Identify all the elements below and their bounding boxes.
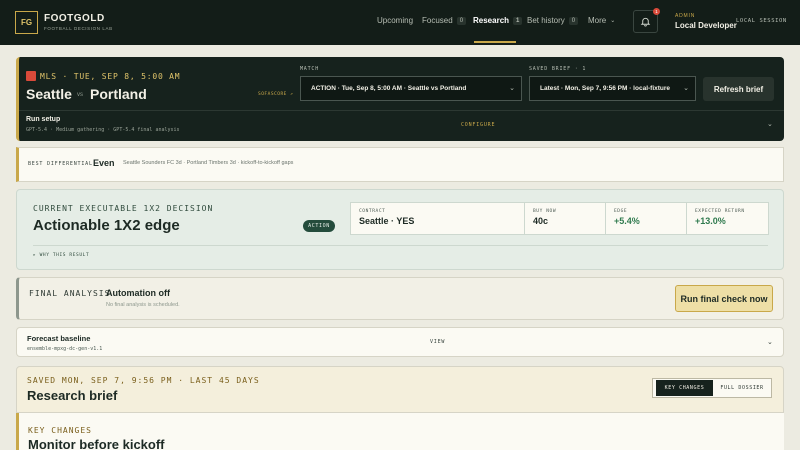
- sofascore-link[interactable]: SOFASCORE ↗: [258, 92, 293, 97]
- league-text: MLS · TUE, SEP 8, 5:00 AM: [40, 71, 181, 81]
- league-flag-icon: [26, 71, 36, 81]
- refresh-brief-button[interactable]: Refresh brief: [703, 77, 774, 101]
- stat-divider: [686, 202, 687, 235]
- divider: [19, 110, 784, 111]
- research-brief-saved-label: SAVED MON, SEP 7, 9:56 PM · LAST 45 DAYS: [27, 376, 260, 385]
- saved-brief-select[interactable]: Latest · Mon, Sep 7, 9:56 PM · local-fix…: [529, 76, 696, 101]
- final-analysis-note: No final analysis is scheduled.: [106, 302, 180, 308]
- key-changes-title: Monitor before kickoff: [28, 437, 165, 450]
- tab-full-dossier[interactable]: FULL DOSSIER: [714, 380, 770, 396]
- nav-label: More: [588, 16, 607, 25]
- session-label: LOCAL SESSION: [736, 18, 787, 24]
- run-setup-meta: GPT-5.4 · Medium gathering · GPT-5.4 fin…: [26, 127, 180, 133]
- nav-label: Research: [473, 16, 510, 25]
- tab-key-changes[interactable]: KEY CHANGES: [656, 380, 713, 396]
- vs-label: vs: [77, 92, 83, 98]
- nav-label: Bet history: [527, 16, 565, 25]
- run-final-check-button[interactable]: Run final check now: [675, 285, 773, 312]
- nav-more[interactable]: More ⌄: [588, 16, 615, 25]
- match-league-time: MLS · TUE, SEP 8, 5:00 AM: [26, 71, 180, 81]
- notification-count-badge: 1: [653, 8, 660, 15]
- forecast-baseline-title: Forecast baseline: [27, 334, 91, 343]
- chevron-down-icon[interactable]: ⌄: [767, 338, 773, 346]
- forecast-baseline-panel[interactable]: [16, 327, 784, 357]
- brand-tagline: FOOTBALL DECISION LAB: [44, 26, 113, 31]
- nav-label: Focused: [422, 16, 453, 25]
- nav-focused[interactable]: Focused 0: [422, 16, 467, 25]
- stat-contract-label: CONTRACT: [359, 209, 386, 214]
- bell-icon: [640, 17, 651, 27]
- chevron-down-icon[interactable]: ⌄: [767, 120, 773, 128]
- user-role: ADMIN: [675, 13, 696, 19]
- research-brief-title: Research brief: [27, 388, 118, 403]
- stat-expected-return-label: EXPECTED RETURN: [695, 209, 745, 214]
- why-this-result-toggle[interactable]: ▸ WHY THIS RESULT: [33, 253, 89, 258]
- final-analysis-label: FINAL ANALYSIS: [29, 289, 111, 298]
- action-badge: ACTION: [303, 220, 335, 232]
- decision-label: CURRENT EXECUTABLE 1X2 DECISION: [33, 204, 214, 213]
- run-setup-title[interactable]: Run setup: [26, 116, 60, 123]
- nav-upcoming[interactable]: Upcoming: [377, 16, 413, 25]
- logo[interactable]: FG: [15, 11, 38, 34]
- divider: [33, 245, 768, 246]
- match-select-value: ACTION · Tue, Sep 8, 5:00 AM · Seattle v…: [311, 85, 467, 92]
- home-team: Seattle: [26, 86, 72, 102]
- nav-count-badge: 1: [513, 16, 523, 25]
- stat-buy-now-value: 40c: [533, 216, 549, 226]
- nav-count-badge: 0: [568, 16, 579, 25]
- active-nav-indicator: [474, 41, 516, 43]
- stat-divider: [605, 202, 606, 235]
- nav-bet-history[interactable]: Bet history 0: [527, 16, 579, 25]
- match-select-label: MATCH: [300, 66, 320, 72]
- nav-count-badge: 0: [456, 16, 467, 25]
- best-differential-note: Seattle Sounders FC 3d · Portland Timber…: [123, 160, 294, 166]
- chevron-down-icon: ⌄: [610, 18, 616, 24]
- stat-buy-now-label: BUY NOW: [533, 209, 557, 214]
- automation-status: Automation off: [106, 288, 170, 298]
- view-button[interactable]: VIEW: [430, 339, 445, 345]
- stat-divider: [524, 202, 525, 235]
- stat-edge-value: +5.4%: [614, 216, 640, 226]
- stat-edge-label: EDGE: [614, 209, 628, 214]
- key-changes-label: KEY CHANGES: [28, 426, 92, 435]
- configure-button[interactable]: CONFIGURE: [461, 122, 495, 128]
- chevron-down-icon: ⌄: [509, 85, 515, 92]
- best-differential-label: BEST DIFFERENTIAL: [28, 161, 93, 167]
- nav-label: Upcoming: [377, 16, 414, 25]
- stat-contract-value: Seattle · YES: [359, 216, 415, 226]
- best-differential-value: Even: [93, 158, 115, 168]
- chevron-down-icon: ⌄: [683, 84, 689, 92]
- saved-brief-label: SAVED BRIEF · 1: [529, 66, 587, 72]
- saved-brief-value: Latest · Mon, Sep 7, 9:56 PM · local-fix…: [540, 85, 671, 92]
- forecast-model-name: ensemble-mpxg-dc-gen-v1.1: [27, 346, 103, 352]
- brand-name: FOOTGOLD: [44, 13, 105, 24]
- match-select[interactable]: ACTION · Tue, Sep 8, 5:00 AM · Seattle v…: [300, 76, 522, 101]
- nav-research[interactable]: Research 1: [473, 16, 523, 25]
- away-team: Portland: [90, 86, 147, 102]
- stat-expected-return-value: +13.0%: [695, 216, 726, 226]
- final-analysis-panel: [16, 277, 784, 320]
- decision-title: Actionable 1X2 edge: [33, 217, 180, 234]
- user-name[interactable]: Local Developer: [675, 21, 737, 30]
